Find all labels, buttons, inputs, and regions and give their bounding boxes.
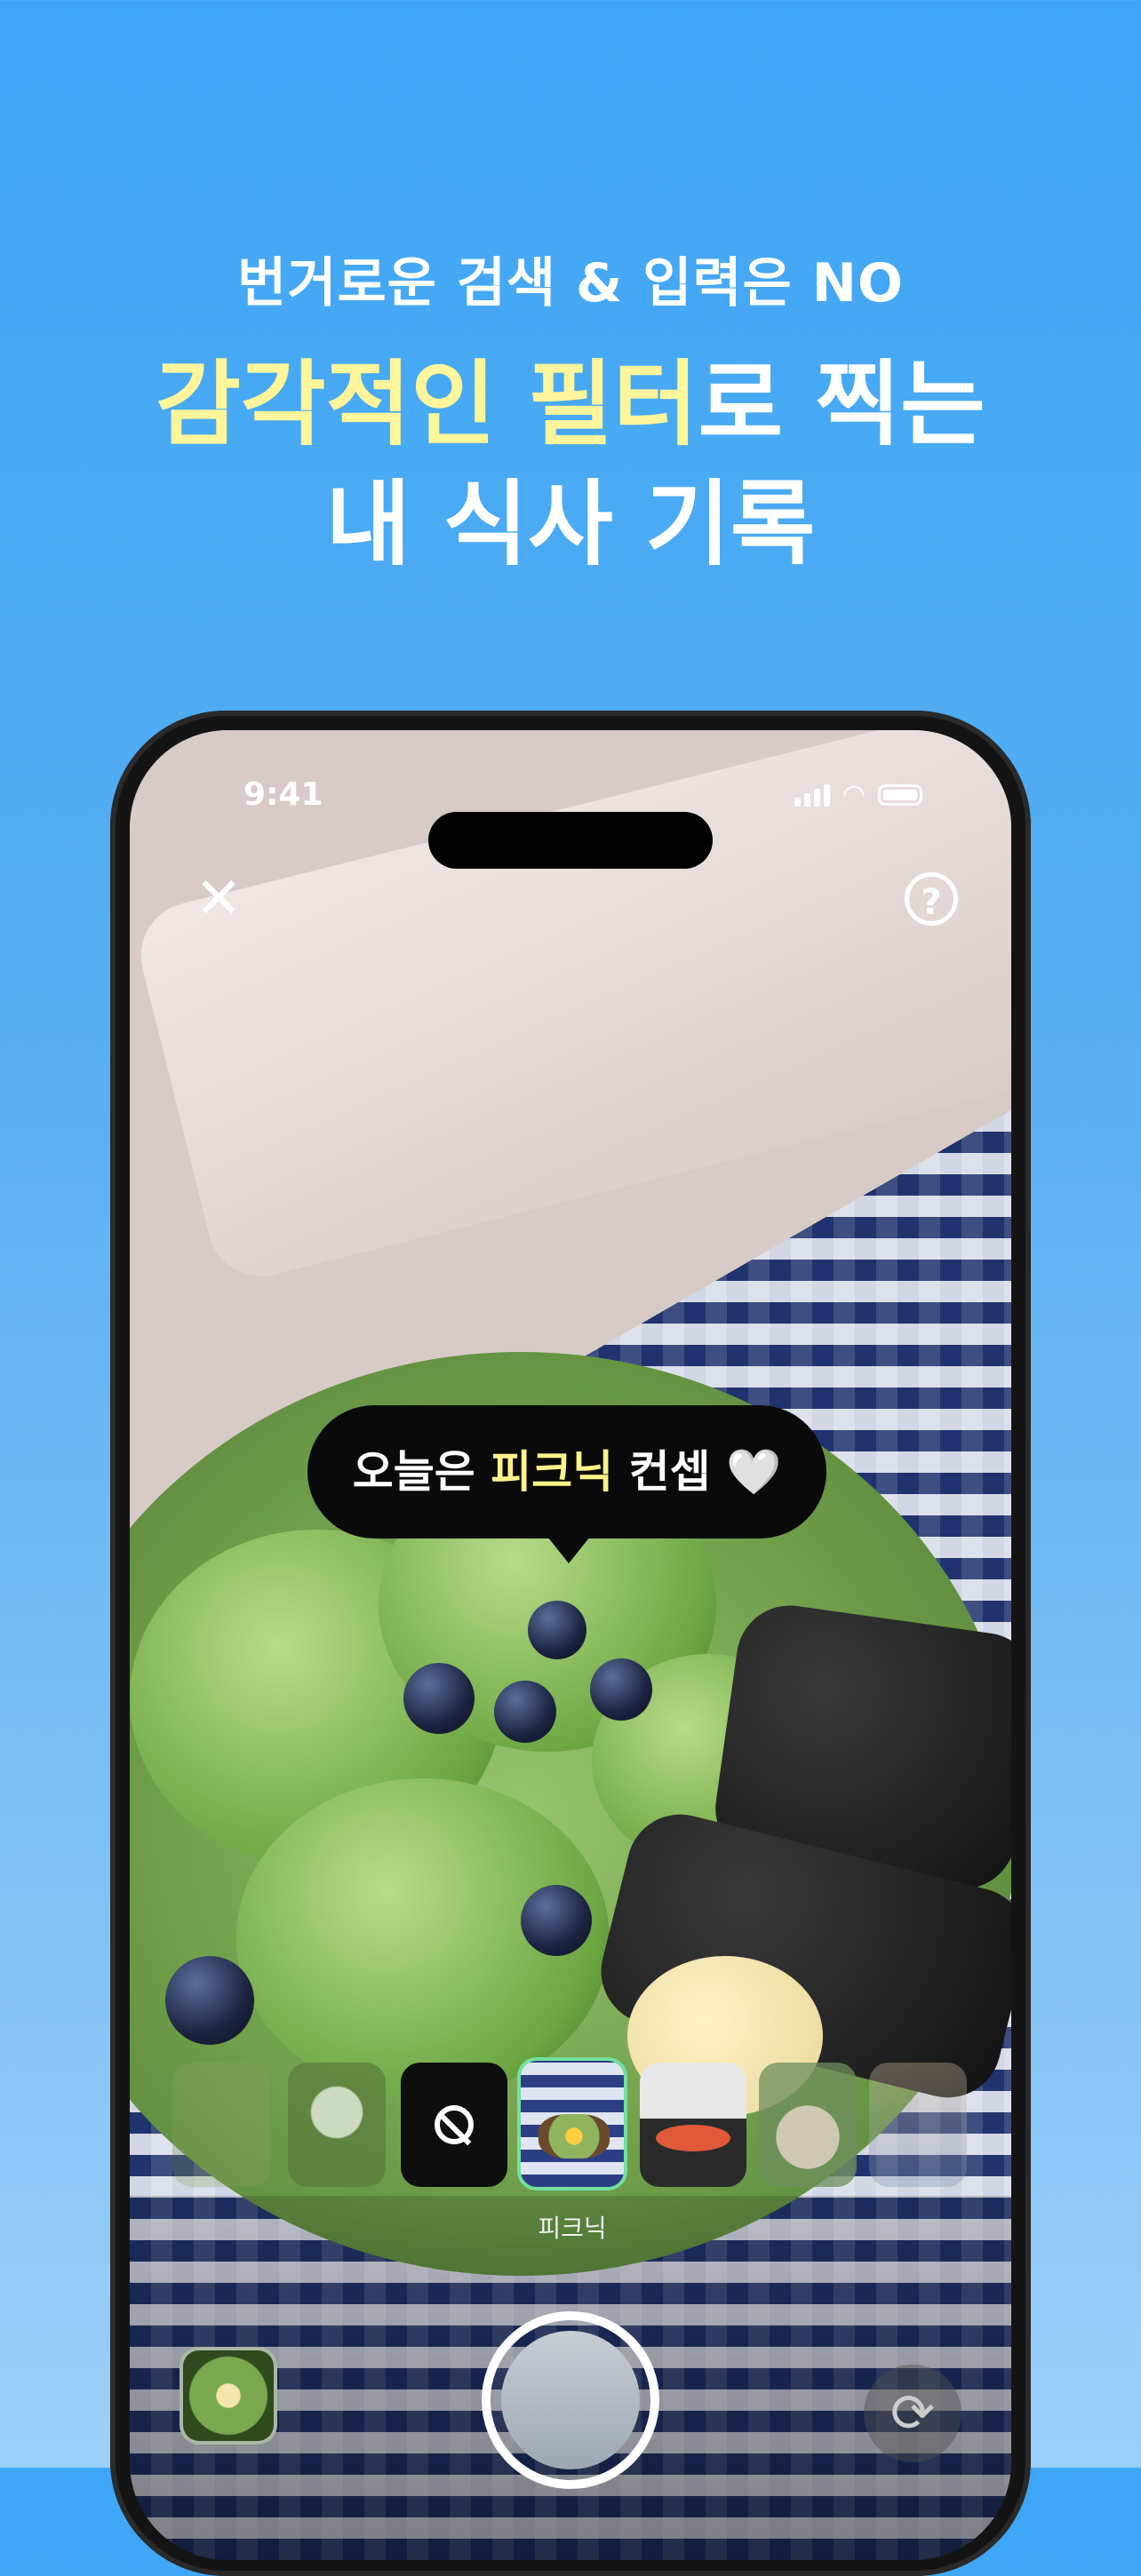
help-icon[interactable]: ?: [905, 872, 958, 926]
status-time: 9:41: [243, 776, 323, 813]
heart-icon: 🤍: [725, 1446, 782, 1498]
filter-4[interactable]: [759, 2063, 857, 2187]
status-icons: ◠: [794, 779, 922, 810]
concept-tooltip: 오늘은 피크닉 컨셉 🤍: [307, 1405, 826, 1563]
selected-filter-label: 피크닉: [538, 2214, 607, 2243]
shutter-button[interactable]: [482, 2311, 659, 2489]
filter-faded-2[interactable]: [288, 2063, 386, 2187]
marketing-title-line2: 내 식사 기록: [325, 470, 816, 578]
flip-camera-icon[interactable]: ⟳: [864, 2365, 961, 2462]
photo-blueberry: [521, 1885, 592, 1956]
filter-picnic[interactable]: [517, 2057, 627, 2190]
marketing-title-line1: 감각적인 필터로 찍는: [0, 351, 1141, 457]
close-icon[interactable]: ✕: [183, 863, 254, 934]
filter-faded-1[interactable]: [172, 2063, 270, 2187]
title-highlight-filter: 필터: [528, 350, 698, 458]
signal-icon: [794, 783, 830, 807]
tooltip-suffix: 컨셉: [613, 1446, 726, 1498]
marketing-subtitle: 번거로운 검색 & 입력은 NO: [237, 252, 904, 314]
dynamic-island: [428, 812, 713, 869]
title-rest: 로 찍는: [698, 350, 985, 458]
tooltip-highlight: 피크닉: [491, 1446, 614, 1498]
photo-blueberry: [494, 1681, 556, 1743]
phone-frame: 9:41 ◠ ✕ ? 오늘은 피크닉 컨셉 🤍 피크닉 ⟳: [110, 711, 1031, 2576]
battery-icon: [878, 784, 922, 806]
photo-blueberry: [165, 1956, 254, 2045]
camera-screen: 9:41 ◠ ✕ ? 오늘은 피크닉 컨셉 🤍 피크닉 ⟳: [130, 730, 1011, 2560]
photo-blueberry: [590, 1658, 652, 1721]
filter-carousel[interactable]: [130, 2057, 1011, 2196]
gallery-thumbnail[interactable]: [180, 2347, 277, 2445]
filter-none[interactable]: [401, 2063, 507, 2187]
no-filter-icon: [435, 2105, 474, 2144]
tooltip-prefix: 오늘은: [352, 1446, 491, 1498]
photo-blueberry: [528, 1601, 586, 1659]
filter-5[interactable]: [869, 2063, 967, 2187]
wifi-icon: ◠: [842, 779, 866, 810]
status-bar: 9:41 ◠: [130, 776, 1011, 869]
title-highlight-sensory: 감각적인: [156, 350, 496, 458]
photo-blueberry: [403, 1663, 475, 1734]
filter-3[interactable]: [640, 2063, 746, 2187]
